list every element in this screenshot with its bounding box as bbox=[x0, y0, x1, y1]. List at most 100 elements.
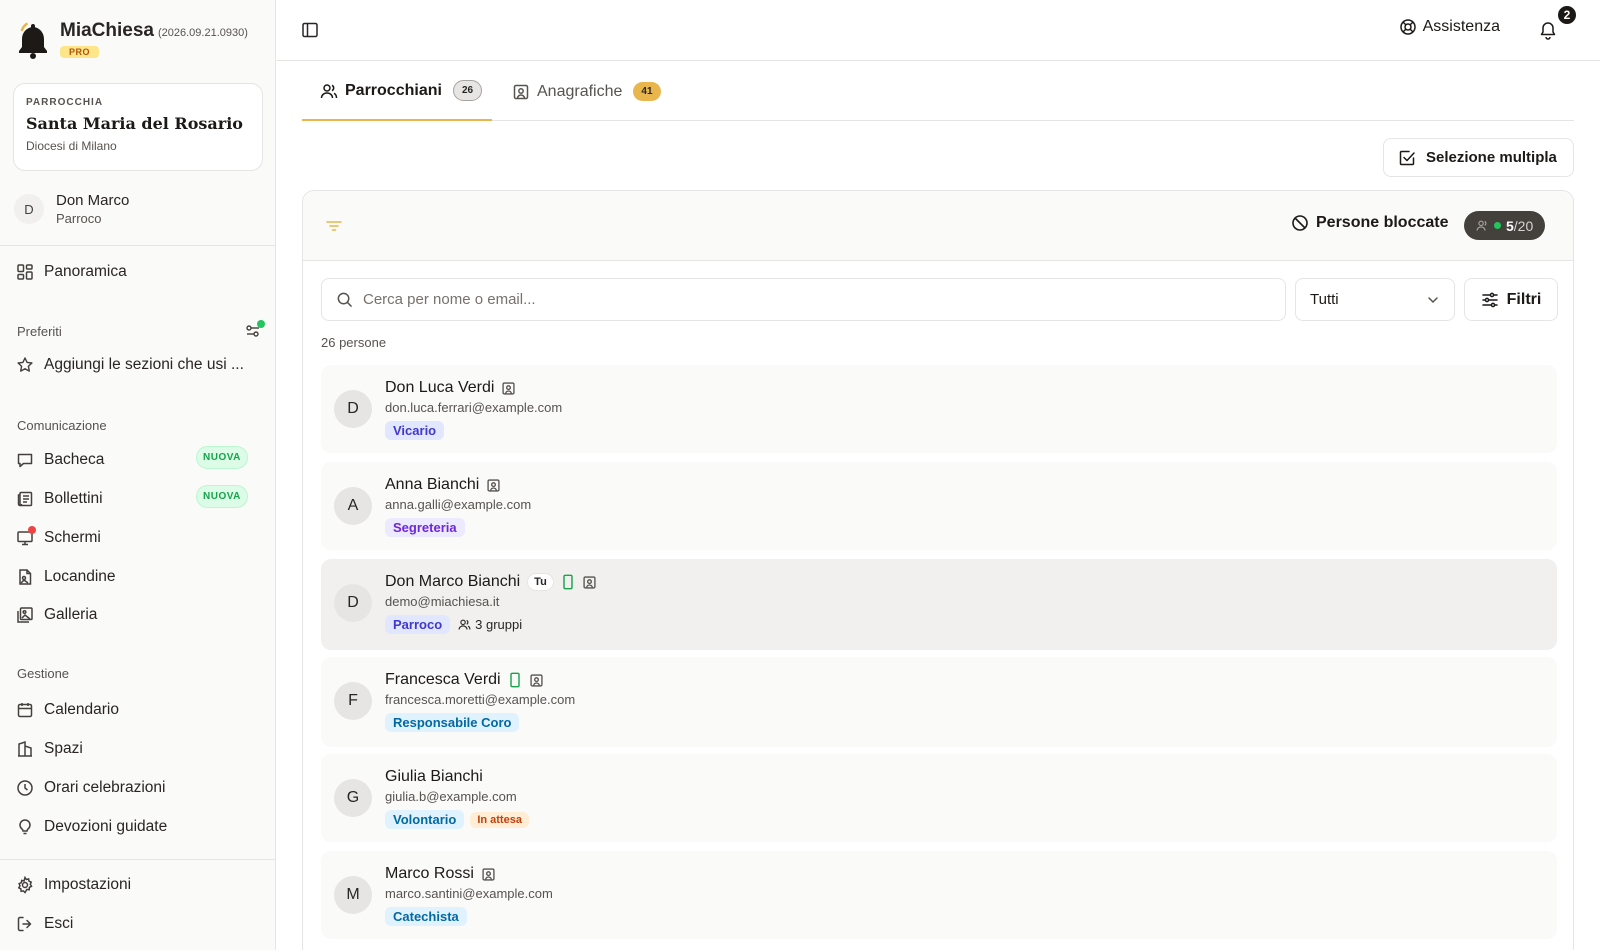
contact-card-icon bbox=[512, 83, 530, 101]
monitor-icon bbox=[16, 526, 36, 547]
new-badge: NUOVA bbox=[196, 446, 248, 469]
building-icon bbox=[16, 740, 34, 758]
tab-label: Parrocchiani bbox=[345, 81, 442, 99]
avatar: G bbox=[334, 779, 372, 817]
list-item[interactable]: M Marco Rossi marco.santini@example.com … bbox=[321, 851, 1557, 939]
user-name: Don Marco bbox=[56, 192, 130, 209]
tab-anagrafiche[interactable]: Anagrafiche 41 bbox=[512, 62, 661, 121]
lifebuoy-icon bbox=[1399, 18, 1417, 36]
avatar: D bbox=[14, 194, 44, 224]
sidebar-item-label: Devozioni guidate bbox=[44, 818, 168, 835]
multi-select-label: Selezione multipla bbox=[1426, 149, 1557, 166]
quota-badge: 5/20 bbox=[1464, 211, 1546, 240]
search-input[interactable] bbox=[363, 291, 1263, 308]
sidebar-item-schermi[interactable]: Schermi bbox=[16, 524, 256, 552]
plan-badge: PRO bbox=[60, 46, 100, 58]
multi-select-button[interactable]: Selezione multipla bbox=[1383, 138, 1574, 177]
person-name: Anna Bianchi bbox=[385, 476, 480, 493]
star-icon bbox=[16, 356, 34, 374]
sidebar-item-label: Bollettini bbox=[44, 490, 103, 507]
app-name: MiaChiesa bbox=[60, 20, 154, 41]
favorites-section-title: Preferiti bbox=[17, 324, 62, 339]
sidebar-item-galleria[interactable]: Galleria bbox=[16, 601, 256, 629]
brand[interactable]: MiaChiesa (2026.09.21.0930) PRO bbox=[16, 20, 248, 60]
phone-icon bbox=[508, 672, 522, 688]
users-icon bbox=[320, 82, 338, 100]
ban-icon bbox=[1291, 214, 1309, 232]
sidebar-item-orari-celebrazioni[interactable]: Orari celebrazioni bbox=[16, 774, 256, 802]
tab-parrocchiani[interactable]: Parrocchiani 26 bbox=[302, 62, 492, 121]
sliders-icon bbox=[1481, 291, 1499, 309]
checkbox-icon bbox=[1398, 149, 1416, 167]
person-email: marco.santini@example.com bbox=[385, 886, 553, 901]
divider bbox=[0, 245, 276, 246]
role-badge: Parroco bbox=[385, 615, 451, 634]
divider bbox=[0, 859, 276, 860]
app-window: MiaChiesa (2026.09.21.0930) PRO PARROCCHI… bbox=[0, 0, 1600, 950]
quota-total: /20 bbox=[1513, 217, 1534, 234]
avatar: D bbox=[334, 390, 372, 428]
registry-card-icon bbox=[582, 575, 597, 590]
person-name: Marco Rossi bbox=[385, 865, 474, 882]
registry-card-icon bbox=[481, 867, 496, 882]
blocked-people-button[interactable]: Persone bloccate bbox=[1291, 214, 1449, 232]
sidebar-item-bollettini[interactable]: Bollettini NUOVA bbox=[16, 485, 256, 513]
parish-card[interactable]: PARROCCHIA Santa Maria del Rosario Dioce… bbox=[13, 83, 263, 171]
list-item[interactable]: A Anna Bianchi anna.galli@example.com Se… bbox=[321, 462, 1557, 550]
sidebar-item-label: Schermi bbox=[44, 529, 101, 546]
list-item[interactable]: G Giulia Bianchi giulia.b@example.com Vo… bbox=[321, 754, 1557, 842]
person-email: francesca.moretti@example.com bbox=[385, 692, 576, 707]
filters-button[interactable]: Filtri bbox=[1464, 278, 1558, 321]
person-email: don.luca.ferrari@example.com bbox=[385, 400, 563, 415]
newspaper-icon bbox=[16, 490, 34, 508]
sidebar-item-label: Locandine bbox=[44, 568, 116, 585]
dashboard-icon bbox=[16, 263, 34, 281]
avatar: M bbox=[334, 876, 372, 914]
parish-kicker: PARROCCHIA bbox=[26, 97, 104, 108]
person-email: anna.galli@example.com bbox=[385, 497, 532, 512]
tab-count-badge: 41 bbox=[633, 82, 661, 101]
users-icon bbox=[458, 618, 471, 631]
toggle-sidebar-icon[interactable] bbox=[301, 21, 319, 39]
role-badge: Catechista bbox=[385, 907, 467, 926]
sidebar-item-panoramica[interactable]: Panoramica bbox=[16, 258, 256, 286]
search-icon bbox=[336, 291, 353, 308]
gear-icon bbox=[16, 876, 34, 894]
registry-card-icon bbox=[486, 478, 501, 493]
list-item[interactable]: F Francesca Verdi francesca.moretti@exam… bbox=[321, 657, 1557, 747]
assist-label: Assistenza bbox=[1422, 18, 1500, 35]
poster-icon bbox=[16, 568, 34, 586]
user-role: Parroco bbox=[56, 211, 102, 226]
registry-card-icon bbox=[501, 381, 516, 396]
customize-favorites-icon[interactable] bbox=[244, 320, 265, 340]
person-name: Don Marco Bianchi bbox=[385, 573, 521, 590]
quota-used: 5 bbox=[1506, 217, 1514, 234]
sidebar-item-spazi[interactable]: Spazi bbox=[16, 735, 256, 763]
notifications-bell-icon[interactable] bbox=[1538, 20, 1558, 40]
status-filter-select[interactable]: Tutti bbox=[1295, 278, 1455, 321]
user-profile[interactable]: D Don Marco Parroco bbox=[14, 192, 129, 226]
list-item[interactable]: D Don Marco Bianchi Tu demo@miachiesa.it… bbox=[321, 559, 1557, 650]
assist-button[interactable]: Assistenza bbox=[1399, 18, 1500, 36]
search-bar bbox=[321, 278, 1286, 321]
message-icon bbox=[16, 451, 34, 469]
sidebar-item-locandine[interactable]: Locandine bbox=[16, 563, 256, 591]
bell-logo-icon bbox=[16, 20, 50, 60]
favorites-empty[interactable]: Aggiungi le sezioni che usi ... bbox=[16, 351, 256, 379]
sidebar-item-label: Bacheca bbox=[44, 451, 105, 468]
list-item[interactable]: D Don Luca Verdi don.luca.ferrari@exampl… bbox=[321, 365, 1557, 453]
sidebar-item-esci[interactable]: Esci bbox=[16, 910, 256, 938]
clock-icon bbox=[16, 779, 34, 797]
parish-diocese: Diocesi di Milano bbox=[26, 139, 117, 153]
sidebar-item-label: Calendario bbox=[44, 701, 119, 718]
people-panel: Persone bloccate 5/20 Tutti Filtri 26 pe… bbox=[302, 190, 1574, 950]
sidebar: MiaChiesa (2026.09.21.0930) PRO PARROCCHI… bbox=[0, 0, 276, 950]
sidebar-item-bacheca[interactable]: Bacheca NUOVA bbox=[16, 446, 256, 474]
sidebar-item-impostazioni[interactable]: Impostazioni bbox=[16, 871, 256, 899]
sidebar-item-label: Impostazioni bbox=[44, 876, 132, 893]
sidebar-item-devozioni-guidate[interactable]: Devozioni guidate bbox=[16, 813, 256, 841]
filter-funnel-icon[interactable] bbox=[325, 218, 343, 234]
sidebar-item-calendario[interactable]: Calendario bbox=[16, 696, 256, 724]
role-badge: Vicario bbox=[385, 421, 445, 440]
tab-bar: Parrocchiani 26 Anagrafiche 41 bbox=[302, 62, 1574, 121]
